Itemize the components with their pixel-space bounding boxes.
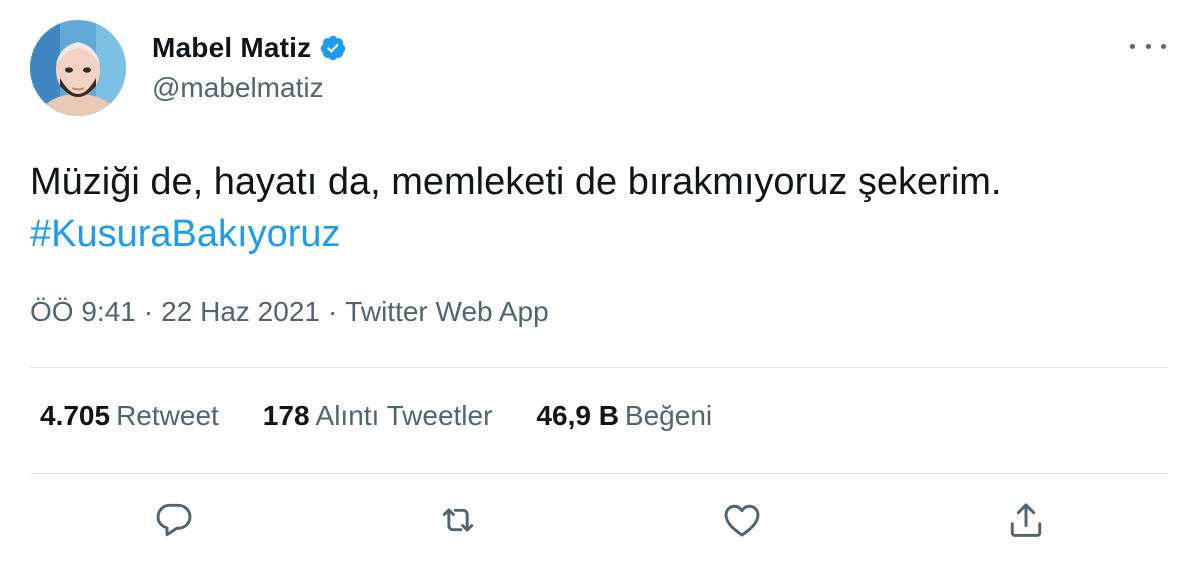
reply-icon	[156, 503, 192, 537]
quotes-label: Alıntı Tweetler	[315, 400, 493, 431]
quotes-count: 178	[262, 400, 310, 431]
retweets-stat[interactable]: 4.705 Retweet	[40, 400, 219, 432]
retweets-count: 4.705	[40, 400, 111, 431]
tweet-time[interactable]: ÖÖ 9:41	[30, 296, 136, 327]
more-horizontal-icon[interactable]	[1130, 36, 1166, 56]
author-handle[interactable]: @mabelmatiz	[152, 72, 324, 104]
retweets-label: Retweet	[116, 400, 219, 431]
verified-badge-icon	[321, 35, 346, 61]
author-display-name[interactable]: Mabel Matiz	[152, 32, 311, 64]
like-icon	[724, 504, 760, 537]
tweet-source[interactable]: Twitter Web App	[345, 296, 548, 327]
share-icon	[1010, 503, 1042, 537]
tweet-text: Müziği de, hayatı da, memleketi de bırak…	[30, 156, 1170, 260]
divider	[30, 367, 1168, 368]
tweet-stats: 4.705 Retweet 178 Alıntı Tweetler 46,9 B Be…	[40, 400, 756, 432]
likes-label: Beğeni	[624, 400, 713, 431]
tweet-hashtag[interactable]: #KusuraBakıyoruz	[30, 208, 1170, 260]
more-dot	[1130, 43, 1135, 49]
divider	[30, 473, 1168, 474]
meta-separator: ·	[143, 296, 154, 327]
like-button[interactable]	[720, 498, 764, 542]
author-name-row: Mabel Matiz	[152, 28, 347, 68]
reply-button[interactable]	[152, 498, 196, 542]
tweet-card: Mabel Matiz @mabelmatiz Müziği de, hayat…	[0, 0, 1200, 567]
meta-separator: ·	[327, 296, 338, 327]
likes-stat[interactable]: 46,9 B Beğeni	[536, 400, 712, 432]
more-dot	[1161, 43, 1166, 49]
retweet-button[interactable]	[436, 498, 480, 542]
quotes-stat[interactable]: 178 Alıntı Tweetler	[263, 400, 493, 432]
action-bar	[0, 498, 1200, 546]
avatar[interactable]	[30, 20, 126, 116]
avatar-illustration	[30, 20, 126, 116]
retweet-icon	[442, 508, 474, 532]
tweet-meta: ÖÖ 9:41 · 22 Haz 2021 · Twitter Web App	[30, 296, 549, 328]
likes-count: 46,9 B	[536, 400, 619, 431]
share-button[interactable]	[1004, 498, 1048, 542]
tweet-date[interactable]: 22 Haz 2021	[161, 296, 320, 327]
more-dot	[1145, 43, 1151, 49]
tweet-text-line: Müziği de, hayatı da, memleketi de bırak…	[30, 161, 1002, 203]
